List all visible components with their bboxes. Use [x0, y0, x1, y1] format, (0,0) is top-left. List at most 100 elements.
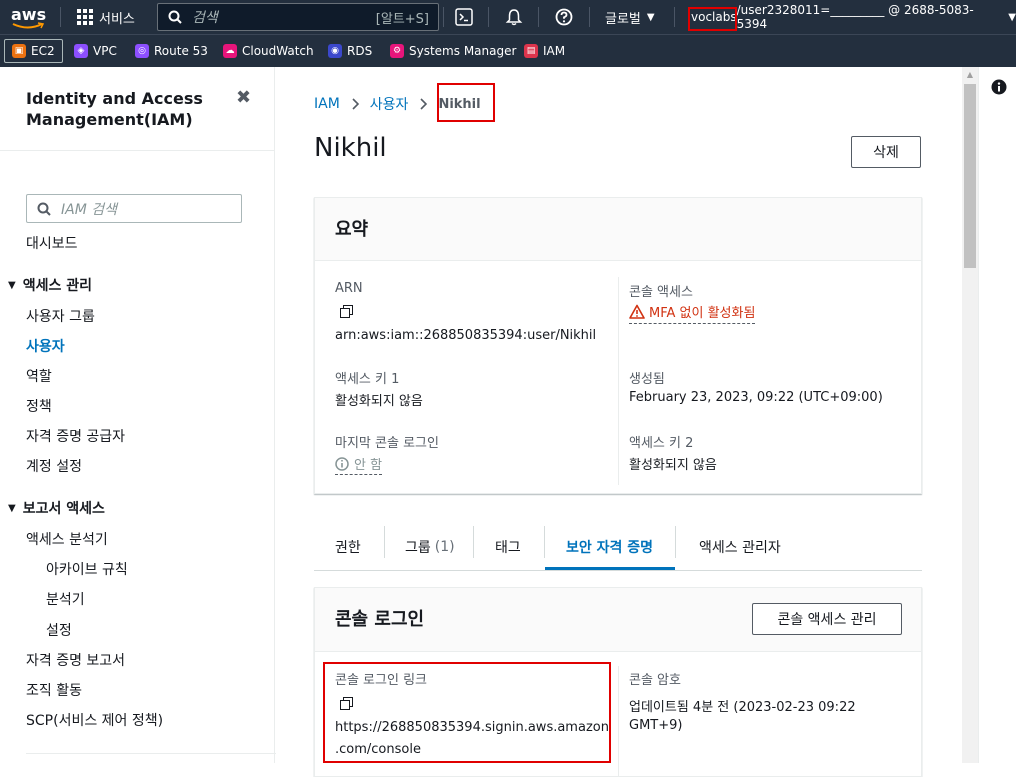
search-icon: [168, 10, 182, 24]
sidebar: Identity and Access Management(IAM) ✖ IA…: [0, 67, 282, 763]
cloudshell-button[interactable]: [455, 0, 473, 34]
sidebar-item-users[interactable]: 사용자: [26, 336, 65, 356]
console-access-label: 콘솔 액세스: [629, 285, 693, 300]
delete-button[interactable]: 삭제: [851, 136, 921, 168]
account-menu[interactable]: voclabs /user2328011=_________ @ 2688-50…: [691, 0, 1016, 34]
console-access-value[interactable]: MFA 없이 활성화됨: [629, 302, 756, 324]
tabs-divider: [314, 570, 922, 571]
chevron-right-icon: [352, 98, 359, 110]
highlight-console-link: [323, 662, 611, 763]
notifications-button[interactable]: [505, 0, 523, 34]
divider: [618, 277, 619, 485]
highlight-account: [688, 7, 737, 31]
favorite-cloudwatch[interactable]: ☁ CloudWatch: [223, 40, 314, 62]
favorite-iam[interactable]: ▤ IAM: [524, 40, 565, 62]
caret-down-icon: ▼: [8, 502, 16, 514]
highlight-breadcrumb: [437, 83, 495, 122]
last-console-login-value[interactable]: 안 함: [335, 454, 383, 475]
arn-value: arn:aws:iam::268850835394:user/Nikhil: [335, 328, 597, 343]
tab-tags[interactable]: 태그: [495, 532, 521, 562]
caret-down-icon: ▼: [8, 279, 16, 291]
region-selector[interactable]: 글로벌 ▼: [605, 0, 655, 34]
console-login-title: 콘솔 로그인: [335, 609, 425, 630]
sidebar-item-account-settings[interactable]: 계정 설정: [26, 456, 82, 476]
manage-console-access-button[interactable]: 콘솔 액세스 관리: [752, 603, 902, 635]
access-key-2-value: 활성화되지 않음: [629, 458, 717, 473]
sidebar-item-dashboard[interactable]: 대시보드: [26, 233, 78, 253]
sidebar-item-scp[interactable]: SCP(서비스 제어 정책): [26, 710, 163, 730]
caret-down-icon: ▼: [1008, 11, 1016, 23]
access-key-1-label: 액세스 키 1: [335, 372, 400, 387]
services-menu-button[interactable]: 서비스: [77, 0, 135, 34]
favorite-route53[interactable]: ◎ Route 53: [135, 40, 208, 62]
aws-smile-icon: [12, 22, 44, 29]
sidebar-section-access-reports[interactable]: ▼ 보고서 액세스: [8, 498, 105, 518]
warning-icon: [629, 304, 645, 319]
favorites-bar: ▣ EC2 ◈ VPC ◎ Route 53 ☁ CloudWatch ◉ RD…: [0, 34, 1016, 67]
sidebar-item-policies[interactable]: 정책: [26, 396, 52, 416]
global-search-input[interactable]: 검색 [알트+S]: [157, 3, 439, 31]
bell-icon: [505, 9, 523, 26]
last-console-login-label: 마지막 콘솔 로그인: [335, 436, 439, 451]
search-icon: [37, 202, 51, 216]
favorite-rds[interactable]: ◉ RDS: [328, 40, 372, 62]
close-sidebar-icon[interactable]: ✖: [236, 87, 251, 108]
arn-label: ARN: [335, 281, 363, 296]
iam-icon: ▤: [524, 44, 538, 58]
main-content: IAM 사용자 Nikhil Nikhil 삭제 요약 ARN arn:aws:…: [276, 67, 962, 777]
console-password-line1: 업데이트됨 4분 전 (2023-02-23 09:22: [629, 700, 856, 715]
sidebar-item-analyzer-settings[interactable]: 설정: [46, 620, 72, 640]
info-icon[interactable]: [991, 79, 1007, 95]
sidebar-item-organization-activity[interactable]: 조직 활동: [26, 680, 82, 700]
console-password-label: 콘솔 암호: [629, 673, 681, 688]
tab-groups[interactable]: 그룹 (1): [405, 532, 455, 562]
tab-security-credentials[interactable]: 보안 자격 증명: [566, 532, 653, 562]
sidebar-search-input[interactable]: IAM 검색: [26, 194, 242, 223]
help-icon: [555, 8, 573, 26]
search-shortcut: [알트+S]: [375, 11, 429, 27]
divider: [618, 666, 619, 776]
top-navigation: aws 서비스 검색 [알트+S] 글로벌 ▼ voclabs /user232…: [0, 0, 1016, 34]
route53-icon: ◎: [135, 44, 149, 58]
sidebar-item-roles[interactable]: 역할: [26, 366, 52, 386]
access-key-1-value: 활성화되지 않음: [335, 394, 423, 409]
tab-permissions[interactable]: 권한: [335, 532, 361, 562]
summary-panel: 요약 ARN arn:aws:iam::268850835394:user/Ni…: [314, 197, 922, 494]
tab-access-advisor[interactable]: 액세스 관리자: [699, 532, 781, 562]
breadcrumb-iam[interactable]: IAM: [314, 96, 340, 112]
terminal-icon: [455, 8, 473, 26]
sidebar-item-identity-providers[interactable]: 자격 증명 공급자: [26, 426, 125, 446]
favorite-vpc[interactable]: ◈ VPC: [74, 40, 117, 62]
help-button[interactable]: [555, 0, 573, 34]
sidebar-title[interactable]: Identity and Access Management(IAM): [26, 88, 203, 130]
copy-icon[interactable]: [340, 305, 353, 318]
sidebar-section-access-management[interactable]: ▼ 액세스 관리: [8, 275, 92, 295]
created-value: February 23, 2023, 09:22 (UTC+09:00): [629, 390, 883, 405]
sidebar-item-access-analyzer[interactable]: 액세스 분석기: [26, 529, 108, 549]
favorite-systems-manager[interactable]: ⚙ Systems Manager: [390, 40, 516, 62]
sidebar-item-credential-report[interactable]: 자격 증명 보고서: [26, 650, 125, 670]
scroll-up-icon[interactable]: ▲: [964, 70, 976, 80]
access-key-2-label: 액세스 키 2: [629, 436, 694, 451]
sidebar-item-user-groups[interactable]: 사용자 그룹: [26, 306, 95, 326]
scrollbar-thumb[interactable]: [964, 84, 976, 268]
page-title: Nikhil: [314, 133, 387, 163]
info-icon: [335, 456, 349, 471]
right-rail: [978, 67, 1016, 763]
search-placeholder: 검색: [192, 10, 218, 26]
ec2-icon: ▣: [12, 44, 26, 58]
rds-icon: ◉: [328, 44, 342, 58]
breadcrumb-users[interactable]: 사용자: [370, 94, 409, 114]
sidebar-item-analyzers[interactable]: 분석기: [46, 589, 85, 609]
favorite-ec2[interactable]: ▣ EC2: [12, 40, 55, 62]
account-details: /user2328011=_________ @ 2688-5083-5394: [736, 3, 974, 31]
systems-manager-icon: ⚙: [390, 44, 404, 58]
grid-icon: [77, 9, 93, 25]
sidebar-item-archive-rules[interactable]: 아카이브 규칙: [46, 559, 128, 579]
created-label: 생성됨: [629, 372, 665, 387]
summary-header: [315, 198, 921, 261]
divider: [0, 150, 274, 151]
summary-title: 요약: [335, 219, 369, 240]
chevron-right-icon: [420, 98, 428, 110]
vpc-icon: ◈: [74, 44, 88, 58]
